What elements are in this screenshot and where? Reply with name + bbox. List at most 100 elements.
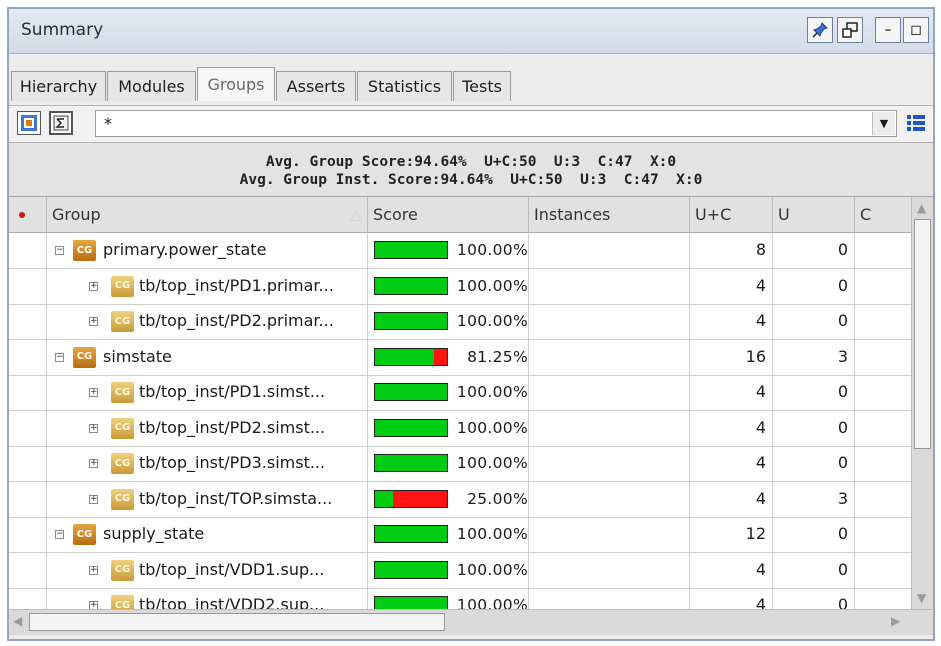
group-cell[interactable]: + CG tb/top_inst/PD2.simst... bbox=[47, 410, 368, 447]
status-column-header[interactable] bbox=[9, 197, 47, 233]
score-cell: 100.00% bbox=[368, 375, 529, 411]
column-header-uc[interactable]: U+C bbox=[690, 197, 773, 233]
panel-title: Summary bbox=[21, 20, 104, 40]
group-name: supply_state bbox=[103, 524, 205, 543]
column-header-score[interactable]: Score bbox=[368, 197, 529, 233]
table-row[interactable]: + CG tb/top_inst/PD3.simst... 100.00% 4 0 bbox=[9, 446, 911, 482]
expand-icon[interactable]: + bbox=[89, 459, 98, 468]
score-value: 81.25% bbox=[467, 347, 528, 366]
group-cell[interactable]: + CG tb/top_inst/PD1.simst... bbox=[47, 375, 368, 411]
tab-modules[interactable]: Modules bbox=[107, 71, 196, 101]
minimize-button[interactable]: – bbox=[875, 17, 901, 43]
vertical-scroll-thumb[interactable] bbox=[914, 219, 931, 449]
filter-input[interactable]: * bbox=[104, 114, 112, 133]
expand-icon[interactable]: + bbox=[89, 281, 98, 291]
group-cell[interactable]: + CG tb/top_inst/PD2.primar... bbox=[47, 304, 368, 340]
column-header-c[interactable]: C bbox=[855, 197, 911, 233]
table-row[interactable]: + CG tb/top_inst/PD1.simst... 100.00% 4 0 bbox=[9, 375, 911, 411]
expand-icon[interactable]: + bbox=[89, 423, 98, 433]
group-cell[interactable]: + CG tb/top_inst/VDD1.sup... bbox=[47, 552, 368, 589]
case-sensitive-button[interactable] bbox=[17, 111, 41, 135]
status-cell bbox=[9, 410, 47, 447]
covergroup-icon: CG bbox=[111, 417, 134, 439]
group-cell[interactable]: + CG tb/top_inst/PD3.simst... bbox=[47, 446, 368, 482]
group-name: tb/top_inst/VDD1.sup... bbox=[139, 559, 325, 579]
table-row[interactable]: + CG tb/top_inst/PD2.primar... 100.00% 4 0 bbox=[9, 304, 911, 340]
group-cell[interactable]: − CG simstate bbox=[47, 339, 368, 376]
column-header-group[interactable]: Group △ bbox=[47, 197, 368, 233]
covergroup-icon: CG bbox=[111, 311, 134, 332]
avg-group-inst-score: Avg. Group Inst. Score:94.64% U+C:50 U:3… bbox=[239, 172, 703, 188]
covergroup-icon: CG bbox=[111, 595, 134, 609]
group-name: simstate bbox=[103, 346, 172, 366]
covergroup-icon: CG bbox=[111, 559, 134, 581]
status-cell bbox=[9, 517, 47, 553]
group-cell[interactable]: + CG tb/top_inst/PD1.primar... bbox=[47, 268, 368, 305]
table-row[interactable]: − CG supply_state 100.00% 12 0 bbox=[9, 517, 911, 553]
expand-icon[interactable]: + bbox=[89, 388, 98, 397]
uc-cell: 4 bbox=[690, 588, 773, 609]
tab-statistics[interactable]: Statistics bbox=[357, 71, 452, 101]
group-cell[interactable]: − CG primary.power_state bbox=[47, 233, 368, 269]
collapse-icon[interactable]: − bbox=[55, 352, 64, 362]
tab-tests[interactable]: Tests bbox=[453, 71, 511, 101]
collapse-icon[interactable]: − bbox=[55, 530, 64, 539]
horizontal-scroll-thumb[interactable] bbox=[29, 613, 445, 631]
maximize-button[interactable]: ◻ bbox=[903, 17, 929, 43]
status-cell bbox=[9, 268, 47, 305]
scroll-up-icon[interactable]: ▲ bbox=[917, 201, 926, 215]
expand-icon[interactable]: + bbox=[89, 601, 98, 609]
u-cell: 3 bbox=[773, 339, 855, 376]
pin-button[interactable] bbox=[807, 17, 833, 43]
u-cell: 3 bbox=[773, 481, 855, 518]
instances-cell bbox=[529, 339, 690, 376]
vertical-scrollbar[interactable]: ▲ ▼ bbox=[911, 197, 933, 609]
covergroup-icon: CG bbox=[111, 488, 134, 510]
expand-icon[interactable]: + bbox=[89, 494, 98, 504]
groups-table: Group △ Score Instances U+C U C − CG prima… bbox=[9, 197, 911, 609]
score-cell: 100.00% bbox=[368, 517, 529, 553]
status-cell bbox=[9, 304, 47, 340]
scroll-left-icon[interactable]: ◀ bbox=[13, 614, 22, 628]
tab-asserts[interactable]: Asserts bbox=[276, 71, 356, 101]
collapse-icon[interactable]: − bbox=[55, 246, 64, 255]
tab-label: Asserts bbox=[286, 77, 346, 96]
score-bar-fill bbox=[375, 597, 447, 609]
table-row[interactable]: − CG primary.power_state 100.00% 8 0 bbox=[9, 233, 911, 269]
filter-combobox[interactable]: * ▼ bbox=[95, 110, 897, 137]
tab-label: Groups bbox=[207, 75, 265, 94]
dropdown-arrow-icon[interactable]: ▼ bbox=[872, 112, 895, 135]
expand-icon[interactable]: + bbox=[89, 317, 98, 326]
score-bar bbox=[374, 489, 448, 508]
instances-cell bbox=[529, 588, 690, 609]
score-cell: 100.00% bbox=[368, 588, 529, 609]
regex-filter-button[interactable] bbox=[49, 111, 73, 135]
table-row[interactable]: + CG tb/top_inst/PD1.primar... 100.00% 4 0 bbox=[9, 268, 911, 305]
table-row[interactable]: + CG tb/top_inst/TOP.simsta... 25.00% 4 3 bbox=[9, 481, 911, 518]
column-header-u[interactable]: U bbox=[773, 197, 855, 233]
c-cell bbox=[855, 269, 911, 305]
scroll-right-icon[interactable]: ▶ bbox=[891, 614, 900, 628]
score-value: 100.00% bbox=[456, 241, 528, 259]
horizontal-scrollbar[interactable]: ◀ ▶ bbox=[9, 609, 933, 635]
case-icon bbox=[21, 115, 37, 131]
instances-cell bbox=[529, 481, 690, 518]
table-row[interactable]: − CG simstate 81.25% 16 3 bbox=[9, 339, 911, 376]
table-row[interactable]: + CG tb/top_inst/VDD2.sup... 100.00% 4 0 bbox=[9, 588, 911, 609]
table-row[interactable]: + CG tb/top_inst/PD2.simst... 100.00% 4 0 bbox=[9, 410, 911, 447]
tab-groups[interactable]: Groups bbox=[197, 67, 275, 101]
group-cell[interactable]: + CG tb/top_inst/TOP.simsta... bbox=[47, 481, 368, 518]
tab-hierarchy[interactable]: Hierarchy bbox=[11, 71, 106, 101]
group-cell[interactable]: − CG supply_state bbox=[47, 517, 368, 553]
group-cell[interactable]: + CG tb/top_inst/VDD2.sup... bbox=[47, 588, 368, 609]
scroll-down-icon[interactable]: ▼ bbox=[917, 591, 926, 605]
column-header-instances[interactable]: Instances bbox=[529, 197, 690, 233]
float-window-button[interactable] bbox=[837, 17, 863, 43]
score-bar-fill bbox=[375, 526, 447, 542]
table-row[interactable]: + CG tb/top_inst/VDD1.sup... 100.00% 4 0 bbox=[9, 552, 911, 589]
minimize-icon: – bbox=[884, 22, 892, 38]
list-view-icon[interactable] bbox=[905, 112, 927, 134]
expand-icon[interactable]: + bbox=[89, 565, 98, 575]
score-value: 100.00% bbox=[456, 454, 528, 472]
filter-toolbar: * ▼ bbox=[9, 105, 933, 143]
